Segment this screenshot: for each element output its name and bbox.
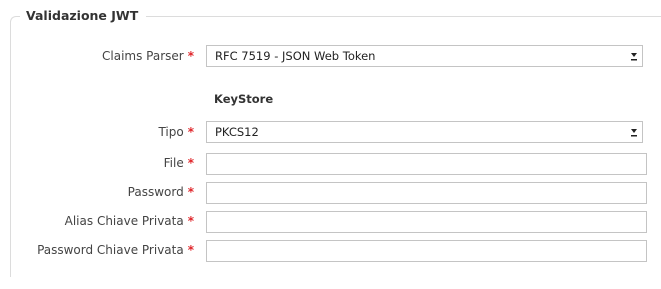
password-chiave-privata-row: Password Chiave Privata *	[0, 240, 661, 262]
tipo-row: Tipo * PKCS12	[0, 121, 661, 143]
claims-parser-label: Claims Parser *	[102, 49, 194, 63]
password-row: Password *	[0, 182, 661, 204]
tipo-select[interactable]: PKCS12	[206, 121, 643, 143]
dropdown-arrow-icon[interactable]	[626, 122, 642, 142]
tipo-label: Tipo *	[158, 125, 194, 139]
required-asterisk: *	[187, 214, 194, 228]
required-asterisk: *	[187, 185, 194, 199]
password-input[interactable]	[206, 182, 647, 204]
tipo-selected-value: PKCS12	[215, 125, 259, 139]
keystore-section-title: KeyStore	[214, 92, 274, 106]
file-row: File *	[0, 153, 661, 175]
claims-parser-select[interactable]: RFC 7519 - JSON Web Token	[206, 45, 643, 67]
password-label: Password *	[127, 185, 194, 199]
password-chiave-privata-label: Password Chiave Privata *	[37, 243, 194, 257]
claims-parser-row: Claims Parser * RFC 7519 - JSON Web Token	[0, 45, 661, 67]
required-asterisk: *	[187, 49, 194, 63]
alias-chiave-privata-row: Alias Chiave Privata *	[0, 211, 661, 233]
claims-parser-selected-value: RFC 7519 - JSON Web Token	[215, 49, 376, 63]
alias-chiave-privata-label: Alias Chiave Privata *	[64, 214, 194, 228]
dropdown-arrow-icon[interactable]	[626, 46, 642, 66]
required-asterisk: *	[187, 243, 194, 257]
required-asterisk: *	[187, 156, 194, 170]
alias-chiave-privata-input[interactable]	[206, 211, 647, 233]
required-asterisk: *	[187, 125, 194, 139]
password-chiave-privata-input[interactable]	[206, 240, 647, 262]
fieldset-legend: Validazione JWT	[20, 8, 147, 24]
file-input[interactable]	[206, 153, 647, 175]
file-label: File *	[163, 156, 194, 170]
